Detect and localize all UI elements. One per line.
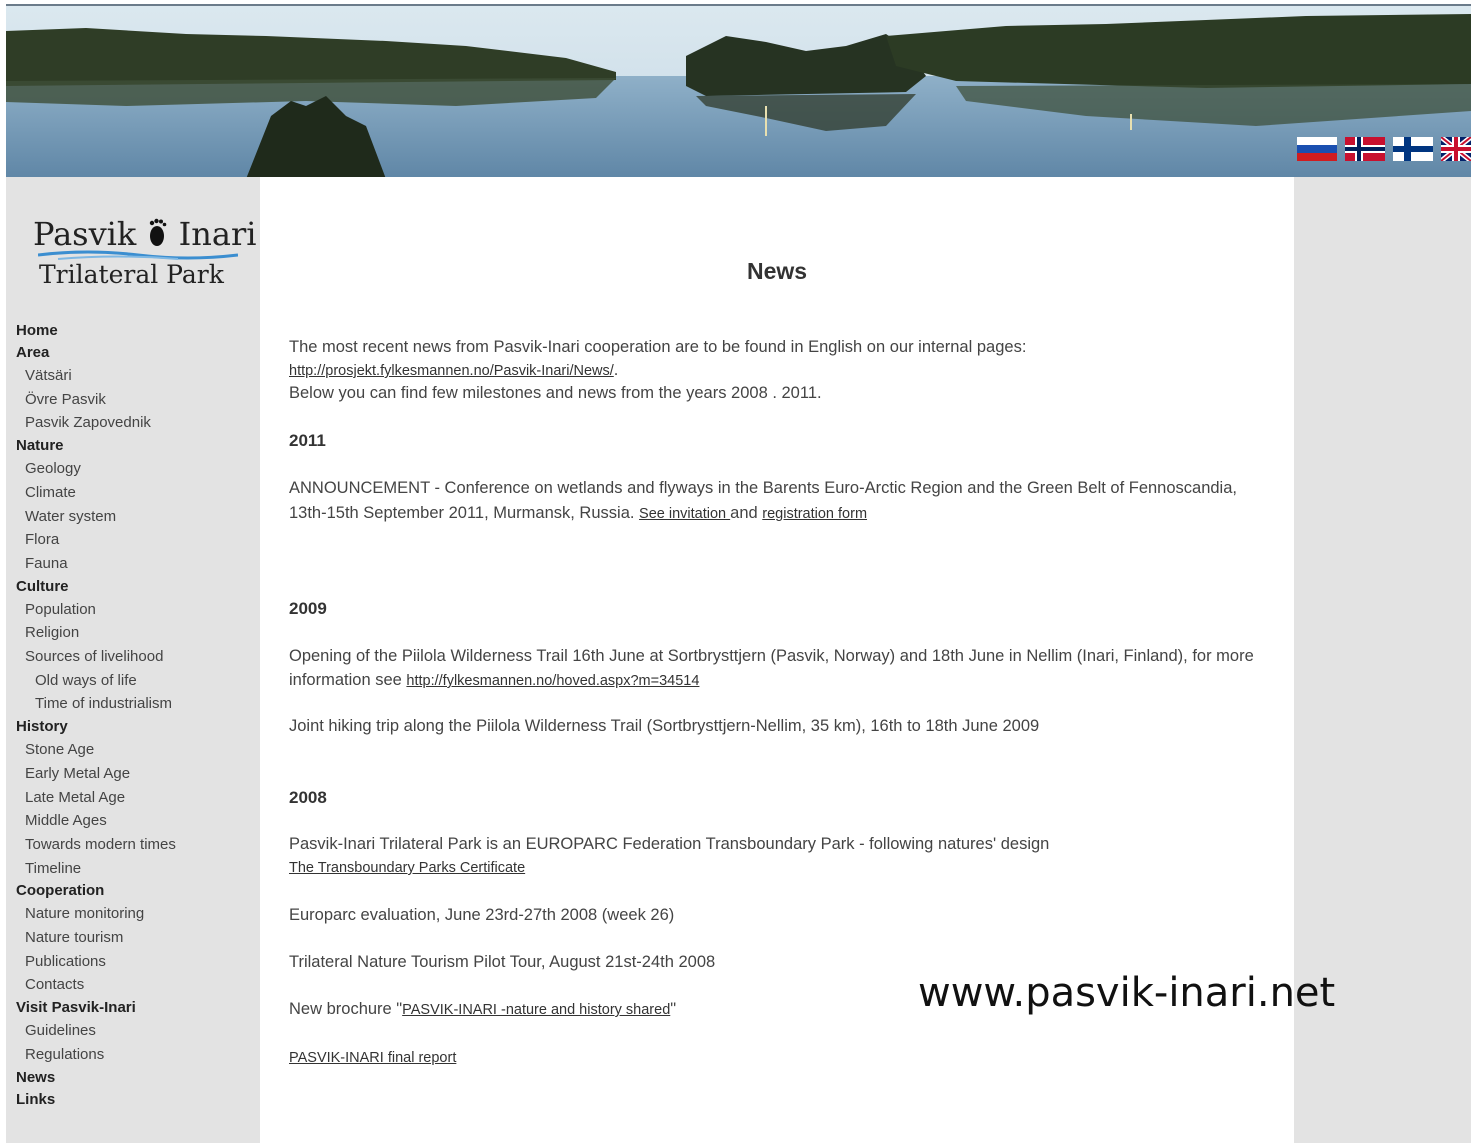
nav-item-old-ways-of-life[interactable]: Old ways of life	[16, 669, 176, 693]
nav-item-sources-of-livelihood[interactable]: Sources of livelihood	[16, 645, 176, 669]
nav-item-nature[interactable]: Nature	[16, 435, 176, 457]
nav-item-vre-pasvik[interactable]: Övre Pasvik	[16, 388, 176, 412]
park-logo[interactable]: Pasvik Inari Trilateral Park	[28, 205, 257, 295]
side-navigation: Home Area Vätsäri Övre Pasvik Pasvik Zapoved…	[16, 320, 176, 1111]
nav-item-links[interactable]: Links	[16, 1089, 176, 1111]
news-2008-evaluation: Europarc evaluation, June 23rd-27th 2008…	[289, 906, 675, 924]
nav-item-history[interactable]: History	[16, 716, 176, 738]
intro-text: The most recent news from Pasvik-Inari c…	[289, 338, 1027, 356]
see-invitation-link[interactable]: See invitation	[639, 506, 730, 522]
nav-item-regulations[interactable]: Regulations	[16, 1043, 176, 1067]
nav-item-home[interactable]: Home	[16, 320, 176, 342]
footprint-icon	[146, 217, 168, 247]
nav-item-towards-modern-times[interactable]: Towards modern times	[16, 833, 176, 857]
brochure-link[interactable]: PASVIK-INARI -nature and history shared	[402, 1002, 670, 1018]
nav-item-climate[interactable]: Climate	[16, 481, 176, 505]
nav-item-v-ts-ri[interactable]: Vätsäri	[16, 364, 176, 388]
website-url-overlay: www.pasvik-inari.net	[918, 970, 1336, 1016]
logo-subtitle: Trilateral Park	[39, 260, 224, 289]
nav-item-guidelines[interactable]: Guidelines	[16, 1019, 176, 1043]
heading-2008: 2008	[289, 788, 327, 807]
norwegian-flag-icon[interactable]	[1345, 137, 1385, 161]
language-flags	[1297, 137, 1471, 161]
nav-item-stone-age[interactable]: Stone Age	[16, 738, 176, 762]
heading-2011: 2011	[289, 431, 326, 450]
registration-form-link[interactable]: registration form	[762, 506, 867, 522]
internal-news-link[interactable]: http://prosjekt.fylkesmannen.no/Pasvik-I…	[289, 363, 614, 379]
nav-item-timeline[interactable]: Timeline	[16, 857, 176, 881]
header-banner-image	[6, 4, 1471, 179]
nav-item-geology[interactable]: Geology	[16, 457, 176, 481]
nav-item-time-of-industrialism[interactable]: Time of industrialism	[16, 692, 176, 716]
nav-item-news[interactable]: News	[16, 1067, 176, 1089]
page-title: News	[746, 258, 808, 284]
news-2009-opening: Opening of the Piilola Wilderness Trail …	[289, 647, 1254, 689]
news-content: The most recent news from Pasvik-Inari c…	[289, 336, 1279, 1070]
news-2008-europarc: Pasvik-Inari Trilateral Park is an EUROP…	[289, 835, 1050, 853]
logo-title: Pasvik Inari	[33, 215, 257, 253]
english-flag-icon[interactable]	[1441, 137, 1471, 161]
intro-text-2: Below you can find few milestones and ne…	[289, 384, 822, 402]
nav-item-flora[interactable]: Flora	[16, 528, 176, 552]
nav-item-population[interactable]: Population	[16, 598, 176, 622]
finnish-flag-icon[interactable]	[1393, 137, 1433, 161]
nav-item-water-system[interactable]: Water system	[16, 505, 176, 529]
news-2011-conference: ANNOUNCEMENT - Conference on wetlands an…	[289, 479, 1237, 522]
nav-item-contacts[interactable]: Contacts	[16, 973, 176, 997]
nav-item-culture[interactable]: Culture	[16, 576, 176, 598]
nav-item-area[interactable]: Area	[16, 342, 176, 364]
nav-item-nature-tourism[interactable]: Nature tourism	[16, 926, 176, 950]
nav-item-early-metal-age[interactable]: Early Metal Age	[16, 762, 176, 786]
russian-flag-icon[interactable]	[1297, 137, 1337, 161]
nav-item-late-metal-age[interactable]: Late Metal Age	[16, 786, 176, 810]
nav-item-pasvik-zapovednik[interactable]: Pasvik Zapovednik	[16, 411, 176, 435]
nav-item-cooperation[interactable]: Cooperation	[16, 880, 176, 902]
nav-item-publications[interactable]: Publications	[16, 950, 176, 974]
nav-item-religion[interactable]: Religion	[16, 621, 176, 645]
nav-item-fauna[interactable]: Fauna	[16, 552, 176, 576]
heading-2009: 2009	[289, 599, 327, 618]
transboundary-certificate-link[interactable]: The Transboundary Parks Certificate	[289, 860, 525, 876]
fylkesmannen-link[interactable]: http://fylkesmannen.no/hoved.aspx?m=3451…	[406, 673, 699, 689]
final-report-link[interactable]: PASVIK-INARI final report	[289, 1050, 456, 1066]
nav-item-visit-pasvik-inari[interactable]: Visit Pasvik-Inari	[16, 997, 176, 1019]
nav-item-nature-monitoring[interactable]: Nature monitoring	[16, 902, 176, 926]
intro-link-suffix: .	[613, 361, 619, 379]
nav-item-middle-ages[interactable]: Middle Ages	[16, 809, 176, 833]
news-2009-hiking: Joint hiking trip along the Piilola Wild…	[289, 717, 1040, 735]
